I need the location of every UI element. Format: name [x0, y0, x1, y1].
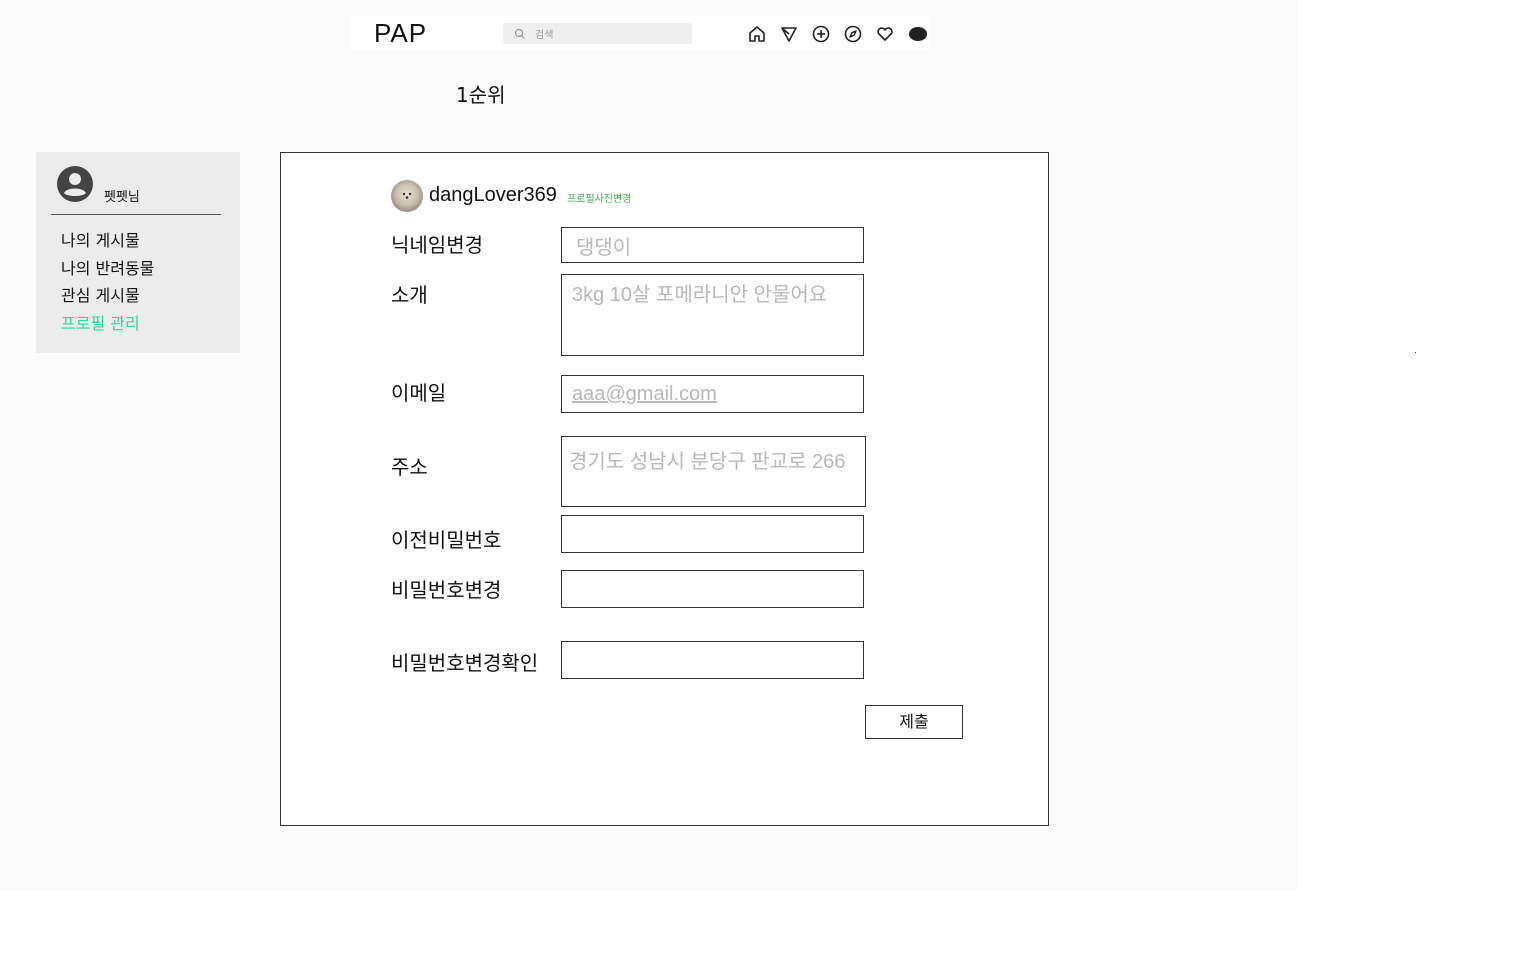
new-password-label: 비밀번호변경: [391, 578, 502, 602]
sidebar-username: 펫펫님: [104, 190, 140, 205]
submit-button[interactable]: 제출: [865, 705, 963, 739]
nickname-label: 닉네임변경: [391, 233, 483, 257]
old-password-field[interactable]: [561, 515, 864, 553]
confirm-password-label: 비밀번호변경확인: [391, 651, 539, 675]
email-placeholder: aaa@gmail.com: [572, 383, 717, 405]
heart-icon[interactable]: [875, 24, 895, 44]
nickname-field[interactable]: 댕댕이: [561, 227, 864, 263]
explore-icon[interactable]: [843, 24, 863, 44]
profile-username: dangLover369: [429, 184, 557, 206]
confirm-password-field[interactable]: [561, 641, 864, 679]
top-nav-bar: PAP 검색: [349, 16, 931, 50]
search-input[interactable]: 검색: [503, 23, 692, 44]
address-label: 주소: [391, 455, 428, 479]
new-password-field[interactable]: [561, 570, 864, 608]
search-placeholder: 검색: [535, 30, 554, 41]
app-logo[interactable]: PAP: [374, 18, 427, 49]
address-placeholder: 경기도 성남시 분당구 판교로 266: [569, 451, 846, 473]
send-icon[interactable]: [779, 24, 799, 44]
avatar-icon[interactable]: [909, 27, 927, 41]
home-icon[interactable]: [747, 24, 767, 44]
address-field[interactable]: 경기도 성남시 분당구 판교로 266: [561, 436, 866, 507]
rank-label: 1순위: [456, 83, 506, 107]
intro-placeholder: 3kg 10살 포메라니안 안물어요: [572, 284, 828, 306]
stray-dot: [1415, 352, 1416, 353]
sidebar-item-profile-management[interactable]: 프로필 관리: [61, 311, 154, 339]
sidebar-item-my-posts[interactable]: 나의 게시물: [61, 228, 154, 256]
old-password-label: 이전비밀번호: [391, 528, 502, 552]
sidebar-item-my-pets[interactable]: 나의 반려동물: [61, 256, 154, 284]
intro-field[interactable]: 3kg 10살 포메라니안 안물어요: [561, 274, 864, 356]
sidebar-item-favorite-posts[interactable]: 관심 게시물: [61, 283, 154, 311]
sidebar-divider: [51, 214, 221, 215]
email-label: 이메일: [391, 381, 447, 405]
sidebar-menu: 나의 게시물 나의 반려동물 관심 게시물 프로필 관리: [61, 228, 154, 338]
email-field[interactable]: aaa@gmail.com: [561, 375, 864, 413]
dog-face-icon: [402, 192, 412, 199]
search-icon: [514, 28, 525, 39]
intro-label: 소개: [391, 283, 428, 307]
nickname-placeholder: 댕댕이: [576, 237, 632, 259]
change-profile-photo-link[interactable]: 프로필사진변경: [567, 190, 631, 205]
add-icon[interactable]: [811, 24, 831, 44]
sidebar: 펫펫님 나의 게시물 나의 반려동물 관심 게시물 프로필 관리: [36, 152, 240, 353]
profile-photo[interactable]: [391, 180, 423, 212]
user-avatar-icon: [57, 166, 93, 202]
